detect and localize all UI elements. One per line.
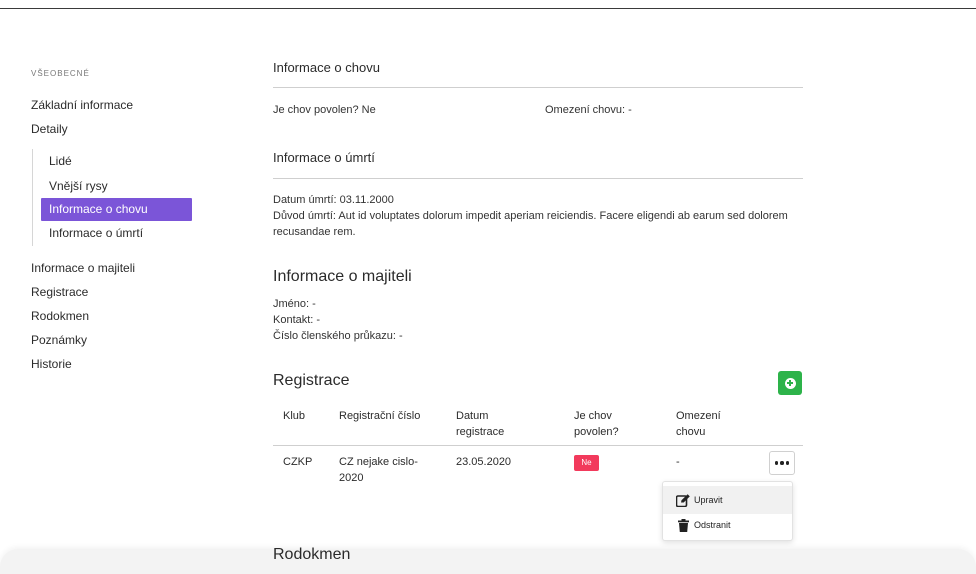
col-header-date: Datum	[456, 410, 489, 422]
cell-restriction: -	[676, 456, 680, 468]
sidebar-subitem-breeding-active[interactable]: Informace o chovu	[41, 198, 192, 221]
sidebar-subnav: Lidé Vnější rysy Informace o chovu Infor…	[32, 149, 201, 246]
cell-reg-no-cont: 2020	[339, 472, 364, 484]
breeding-restriction: Omezení chovu: -	[545, 104, 632, 116]
cell-club: CZKP	[283, 456, 313, 468]
cell-date: 23.05.2020	[456, 456, 512, 468]
breeding-title: Informace o chovu	[273, 60, 380, 75]
sidebar-item-owner[interactable]: Informace o majiteli	[31, 256, 201, 280]
col-header-club: Klub	[283, 410, 306, 422]
registration-title: Registrace	[273, 372, 350, 389]
death-reason: Důvod úmrtí: Aut id voluptates dolorum i…	[273, 210, 788, 222]
col-header-restriction: Omezení	[676, 410, 721, 422]
sidebar-item-pedigree[interactable]: Rodokmen	[31, 304, 201, 328]
sidebar-subitem-death[interactable]: Informace o úmrtí	[41, 221, 192, 246]
breeding-allowed: Je chov povolen? Ne	[273, 104, 376, 116]
col-header-reg-no: Registrační číslo	[339, 410, 421, 422]
pedigree-title: Rodokmen	[273, 546, 351, 563]
sidebar-nav: VŠEOBECNÉ Základní informace Detaily Lid…	[31, 60, 201, 376]
owner-name: Jméno: -	[273, 298, 316, 310]
menu-item-delete[interactable]: Odstranit	[663, 511, 792, 539]
sidebar-section-label: VŠEOBECNÉ	[31, 69, 90, 78]
owner-contact: Kontakt: -	[273, 314, 321, 326]
col-header-allowed-cont: povolen?	[574, 426, 619, 438]
plus-circle-icon	[784, 377, 796, 389]
menu-item-edit-label: Upravit	[694, 495, 723, 505]
sidebar-subitem-people[interactable]: Lidé	[41, 149, 192, 174]
col-header-date-cont: registrace	[456, 426, 505, 438]
sidebar-item-notes[interactable]: Poznámky	[31, 328, 201, 352]
add-registration-button[interactable]	[778, 371, 802, 395]
more-horizontal-icon	[774, 461, 790, 465]
sidebar-item-details[interactable]: Detaily	[31, 117, 201, 141]
owner-title: Informace o majiteli	[273, 268, 412, 285]
status-badge: Ne	[574, 455, 599, 471]
col-header-allowed: Je chov	[574, 410, 612, 422]
top-divider	[0, 8, 976, 9]
death-date: Datum úmrtí: 03.11.2000	[273, 194, 394, 206]
edit-icon	[676, 493, 690, 507]
row-actions-menu: Upravit Odstranit	[662, 481, 793, 541]
death-divider	[273, 178, 803, 179]
breeding-divider	[273, 87, 803, 88]
sidebar-subitem-appearance[interactable]: Vnější rysy	[41, 174, 192, 199]
death-reason-cont: recusandae rem.	[273, 226, 356, 238]
trash-icon	[676, 518, 690, 532]
menu-item-edit[interactable]: Upravit	[663, 486, 792, 514]
sidebar-item-registration[interactable]: Registrace	[31, 280, 201, 304]
table-header-divider	[273, 445, 803, 446]
owner-card: Číslo členského průkazu: -	[273, 330, 403, 342]
cell-reg-no: CZ nejake cislo-	[339, 456, 418, 468]
col-header-restriction-cont: chovu	[676, 426, 706, 438]
bottom-sheet	[0, 549, 976, 574]
sidebar-item-basic-info[interactable]: Základní informace	[31, 93, 201, 117]
row-actions-button[interactable]	[769, 451, 795, 475]
sidebar-item-history[interactable]: Historie	[31, 352, 201, 376]
menu-item-delete-label: Odstranit	[694, 520, 731, 530]
death-title: Informace o úmrtí	[273, 150, 375, 165]
